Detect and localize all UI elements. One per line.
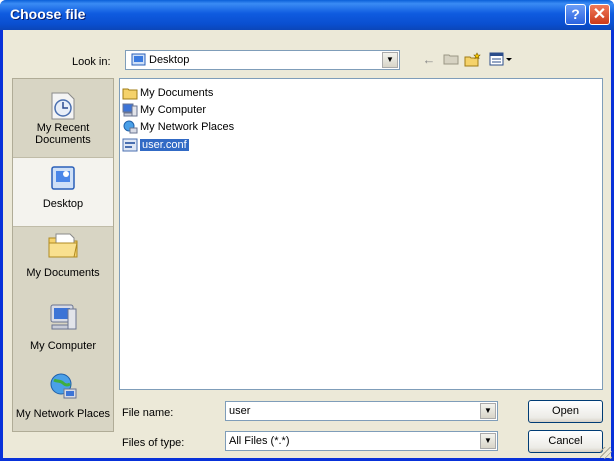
list-item[interactable]: My Network Places bbox=[122, 120, 234, 136]
file-icon bbox=[122, 138, 138, 152]
new-folder-icon[interactable] bbox=[464, 52, 482, 68]
close-button[interactable]: ✕ bbox=[589, 4, 610, 25]
resize-grip[interactable] bbox=[600, 447, 612, 459]
list-item[interactable]: My Computer bbox=[122, 103, 206, 119]
cancel-button[interactable]: Cancel bbox=[528, 430, 603, 453]
look-in-dropdown[interactable]: Desktop ▼ bbox=[125, 50, 400, 70]
chevron-down-icon[interactable]: ▼ bbox=[382, 52, 398, 68]
look-in-value: Desktop bbox=[149, 54, 190, 66]
chevron-down-icon[interactable]: ▼ bbox=[480, 433, 496, 449]
my-computer-icon bbox=[46, 301, 80, 333]
place-label: My Network Places bbox=[15, 408, 111, 420]
file-type-label: Files of type: bbox=[122, 437, 185, 449]
chevron-down-icon[interactable]: ▼ bbox=[480, 403, 496, 419]
help-button[interactable]: ? bbox=[565, 4, 586, 25]
list-item[interactable]: user.conf bbox=[122, 138, 189, 154]
list-item[interactable]: My Documents bbox=[122, 86, 213, 102]
recent-documents-icon bbox=[46, 89, 80, 121]
desktop-icon bbox=[46, 162, 80, 194]
my-documents-icon bbox=[46, 229, 80, 261]
file-type-value: All Files (*.*) bbox=[229, 435, 290, 447]
file-name-value: user bbox=[229, 405, 251, 417]
file-name: My Documents bbox=[140, 87, 214, 99]
place-my-computer[interactable]: My Computer bbox=[13, 297, 113, 367]
network-places-icon bbox=[46, 371, 80, 403]
file-type-select[interactable]: All Files (*.*) ▼ bbox=[225, 431, 498, 451]
back-arrow-icon[interactable]: ← bbox=[420, 52, 438, 68]
desktop-icon bbox=[131, 53, 146, 70]
computer-icon bbox=[122, 103, 138, 117]
open-button[interactable]: Open bbox=[528, 400, 603, 423]
file-name: user.conf bbox=[140, 139, 189, 151]
up-folder-icon[interactable] bbox=[442, 52, 460, 68]
place-label: My Recent Documents bbox=[35, 122, 91, 146]
place-label: My Computer bbox=[29, 340, 97, 352]
file-name: My Computer bbox=[140, 104, 207, 116]
folder-icon bbox=[122, 86, 138, 100]
place-desktop[interactable]: Desktop bbox=[13, 157, 113, 227]
place-my-recent-documents[interactable]: My Recent Documents bbox=[13, 85, 113, 155]
file-name: My Network Places bbox=[140, 121, 235, 133]
place-label: My Documents bbox=[26, 267, 100, 279]
file-name-input[interactable]: user ▼ bbox=[225, 401, 498, 421]
views-menu-icon[interactable] bbox=[488, 52, 514, 68]
network-icon bbox=[122, 120, 138, 134]
file-list[interactable]: My Documents My Computer My Network Plac… bbox=[119, 78, 603, 390]
places-bar: My Recent Documents Desktop My Documents… bbox=[12, 78, 114, 432]
place-my-documents[interactable]: My Documents bbox=[13, 225, 113, 295]
place-label: Desktop bbox=[42, 198, 84, 210]
dialog-title: Choose file bbox=[10, 6, 86, 22]
file-name-label: File name: bbox=[122, 407, 174, 419]
title-bar[interactable]: Choose file ? ✕ bbox=[0, 0, 614, 30]
place-my-network-places[interactable]: My Network Places bbox=[13, 367, 113, 437]
look-in-label: Look in: bbox=[72, 56, 111, 68]
